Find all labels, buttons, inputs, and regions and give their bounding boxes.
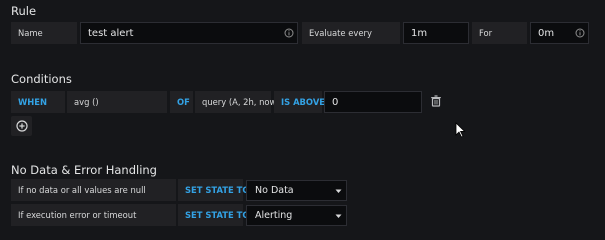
evaluate-every-label: Evaluate every [302,22,400,44]
for-label: For [472,22,527,44]
name-value: test alert [88,27,134,39]
info-circle-icon [575,28,585,38]
evaluator-select[interactable]: IS ABOVE [274,91,325,113]
reducer-select[interactable]: avg () [67,91,167,113]
info-circle-icon [284,28,294,38]
error-state-value: Alerting [255,210,293,221]
threshold-input[interactable]: 0 [324,91,422,113]
no-data-heading: No Data & Error Handling [11,163,157,177]
mouse-pointer-icon [455,122,466,138]
error-state-select[interactable]: Alerting [246,205,347,226]
caret-down-icon [335,214,342,218]
set-state-keyword: SET STATE TO [178,204,250,226]
no-data-condition-label: If no data or all values are null [11,179,176,201]
conditions-heading: Conditions [11,72,72,86]
no-data-state-value: No Data [255,185,294,196]
for-input[interactable]: 0m [530,22,589,44]
error-condition-label: If execution error or timeout [11,204,176,226]
when-keyword[interactable]: WHEN [11,91,65,113]
add-condition-button[interactable] [11,116,32,136]
no-data-state-select[interactable]: No Data [246,180,347,201]
plus-circle-icon [15,120,28,132]
set-state-keyword: SET STATE TO [178,179,250,201]
for-value: 0m [538,27,555,39]
rule-heading: Rule [11,4,37,18]
delete-condition-button[interactable] [426,91,446,111]
name-label: Name [11,22,77,44]
caret-down-icon [335,189,342,193]
name-input[interactable]: test alert [80,22,298,44]
trash-icon [431,95,441,107]
of-keyword: OF [170,91,193,113]
evaluate-every-input[interactable]: 1m [403,22,469,44]
query-select[interactable]: query (A, 2h, now) [195,91,280,113]
